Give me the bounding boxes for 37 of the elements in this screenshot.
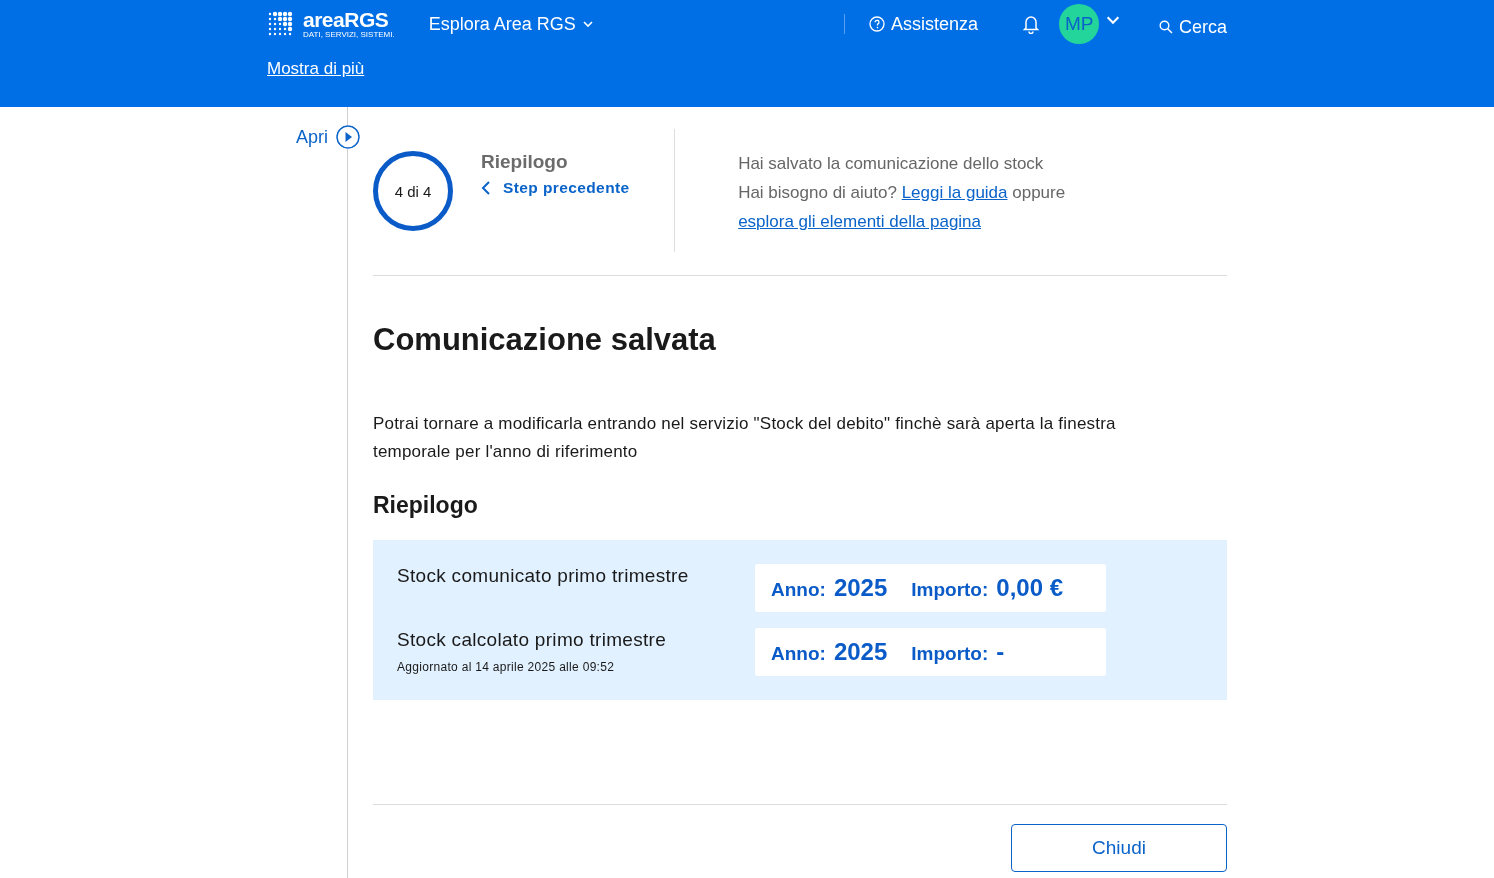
status-text: Hai salvato la comunicazione dello stock [738,153,1045,175]
summary-title: Riepilogo [373,492,479,519]
show-more-link[interactable]: Mostra di più [267,59,365,79]
logo-name: areaRGS [303,9,390,30]
chevron-left-icon [481,181,491,195]
year-value: 2025 [833,638,888,666]
help-link[interactable]: Leggi la guida [901,183,1008,202]
year-label: Anno: [771,579,826,601]
help-text: Hai bisogno di aiuto? Leggi la guida oppure esplora gli elementi della pagina [738,182,1067,233]
amount-label: Importo: [911,643,989,665]
help-icon [868,16,885,32]
help-link[interactable]: esplora gli elementi della pagina [738,212,982,231]
page-title: Comunicazione salvata [373,322,717,358]
open-sidebar-button[interactable]: Apri [296,125,360,149]
update-note: Aggiornato al 14 aprile 2025 alle 09:52 [397,660,616,674]
amount-value: 0,00 € [996,574,1064,602]
year-value: 2025 [833,574,888,602]
row-label: Stock calcolato primo trimestre [397,628,668,652]
step-title: Riepilogo [481,151,569,173]
previous-step-link[interactable]: Step precedente [481,179,630,197]
amount-label: Importo: [911,579,989,601]
help-link[interactable]: Assistenza [868,13,978,35]
play-circle-icon [336,125,360,149]
explore-menu[interactable]: Esplora Area RGS [428,13,594,35]
logo-dots-icon [267,11,293,37]
amount-value: - [996,638,1005,666]
row-label: Stock comunicato primo trimestre [397,564,690,588]
year-label: Anno: [771,643,826,665]
logo-tagline: DATI, SERVIZI, SISTEMI. [303,29,395,39]
close-button[interactable]: Chiudi [1011,824,1227,872]
bell-icon[interactable] [1022,14,1040,34]
user-avatar[interactable]: MP [1059,4,1099,44]
search-icon [1159,20,1173,34]
search-button[interactable]: Cerca [1159,16,1227,38]
chevron-down-icon [581,18,594,30]
step-counter: 4 di 4 [373,151,453,231]
description-text: Potrai tornare a modificarla entrando nel servizio "Stock del debito" finchè sarà aperta la finestra temporale per l'anno di riferimento [373,413,1117,463]
